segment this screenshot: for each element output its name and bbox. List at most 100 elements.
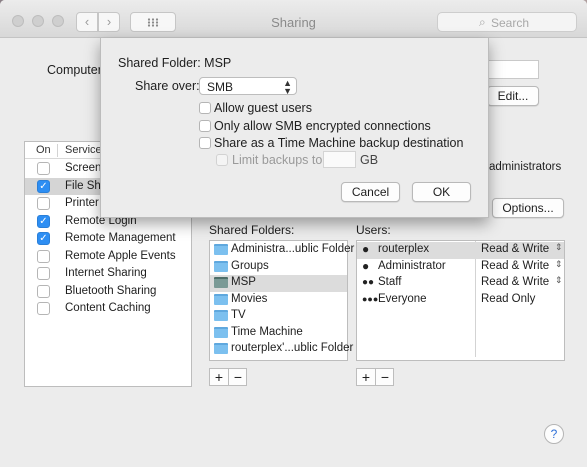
user-name: Staff <box>378 276 402 288</box>
user-row-selected[interactable]: ● routerplex Read & Write ⇕ <box>357 242 564 259</box>
title-bar: ‹ › Sharing ⌕ Search <box>0 0 587 38</box>
service-checkbox[interactable] <box>37 267 50 280</box>
add-user-button[interactable]: + <box>357 369 375 385</box>
service-row-remote-management[interactable]: ✓ Remote Management <box>25 230 191 247</box>
user-name: routerplex <box>378 243 430 255</box>
updown-arrows-icon: ⇕ <box>555 242 563 252</box>
computer-name-field[interactable] <box>488 60 539 79</box>
users-list: ● routerplex Read & Write ⇕ ● Administrat… <box>356 240 565 361</box>
folder-row[interactable]: Time Machine <box>210 325 347 342</box>
users-label: Users: <box>356 223 391 237</box>
updown-arrows-icon: ⇕ <box>555 258 563 269</box>
group-icon: ●● <box>362 277 375 288</box>
share-over-value: SMB <box>207 80 234 94</box>
ok-button[interactable]: OK <box>412 182 471 202</box>
permission-value: Read & Write <box>481 243 550 255</box>
service-row-content-caching[interactable]: Content Caching <box>25 300 191 317</box>
search-placeholder: Search <box>491 16 530 30</box>
service-label: Internet Sharing <box>65 267 147 279</box>
limit-backups-checkbox[interactable] <box>216 154 228 166</box>
service-checkbox[interactable]: ✓ <box>37 232 50 245</box>
permission-value: Read & Write <box>481 259 550 272</box>
folder-name: MSP <box>231 276 256 288</box>
computer-name-label: Computer <box>47 63 102 77</box>
folder-row-selected[interactable]: MSP <box>210 275 347 292</box>
folder-icon <box>214 310 228 321</box>
folder-row[interactable]: Movies <box>210 292 347 309</box>
share-over-popup[interactable]: SMB ▲ ▼ <box>199 77 297 96</box>
access-info-text: administrators <box>489 161 562 173</box>
folder-name: routerplex'...ublic Folder <box>231 342 354 354</box>
header-separator <box>57 144 58 157</box>
folder-icon <box>214 244 228 255</box>
service-checkbox[interactable] <box>37 284 50 298</box>
folder-name: Groups <box>231 259 269 272</box>
limit-backups-label: Limit backups to <box>232 153 323 167</box>
remove-folder-button[interactable]: − <box>229 369 247 385</box>
disk-icon <box>214 277 228 288</box>
service-checkbox[interactable] <box>37 162 50 175</box>
limit-backups-field[interactable] <box>323 151 356 168</box>
user-name: Administrator <box>378 259 446 272</box>
service-checkbox[interactable] <box>37 302 50 315</box>
add-folder-button[interactable]: + <box>210 369 228 385</box>
user-icon: ● <box>362 258 370 273</box>
allow-guest-checkbox[interactable] <box>199 102 211 114</box>
service-checkbox[interactable] <box>37 249 50 263</box>
time-machine-checkbox[interactable] <box>199 137 211 149</box>
gb-unit-label: GB <box>360 153 379 167</box>
user-icon: ● <box>362 242 370 256</box>
share-over-label: Share over: <box>135 79 200 93</box>
time-machine-label: Share as a Time Machine backup destinati… <box>214 136 464 150</box>
service-label: Screen <box>65 162 102 174</box>
permission-value: Read & Write <box>481 276 550 288</box>
permission-value: Read Only <box>481 292 536 305</box>
service-label: Printer <box>65 197 99 209</box>
folder-row[interactable]: Administra...ublic Folder <box>210 242 354 259</box>
checkmark-icon: ✓ <box>39 233 48 244</box>
shared-folder-title: Shared Folder: MSP <box>118 56 232 70</box>
service-label: Remote Apple Events <box>65 249 176 262</box>
service-label: Bluetooth Sharing <box>65 284 157 297</box>
remove-user-button[interactable]: − <box>376 369 394 385</box>
search-field[interactable]: ⌕ Search <box>437 12 577 32</box>
header-service: Service <box>65 144 102 156</box>
folder-icon <box>214 343 228 354</box>
folder-row[interactable]: TV <box>210 308 347 325</box>
user-row[interactable]: ●● Staff Read & Write ⇕ <box>357 275 564 292</box>
checkmark-icon: ✓ <box>39 215 48 227</box>
folder-icon <box>214 260 228 272</box>
smb-encrypted-checkbox[interactable] <box>199 120 211 132</box>
folder-icon <box>214 326 228 338</box>
allow-guest-label: Allow guest users <box>214 101 312 115</box>
folder-row[interactable]: Groups <box>210 259 347 276</box>
folder-name: Administra...ublic Folder <box>231 243 355 255</box>
service-row-remote-apple-events[interactable]: Remote Apple Events <box>25 248 191 265</box>
help-button[interactable]: ? <box>544 424 564 444</box>
service-checkbox[interactable] <box>37 197 50 210</box>
shared-folders-list: Administra...ublic Folder Groups MSP Mov… <box>209 240 354 361</box>
service-label: Content Caching <box>65 302 151 314</box>
service-label: Remote Management <box>65 232 176 244</box>
user-row[interactable]: ● Administrator Read & Write ⇕ <box>357 259 564 276</box>
permission-popup[interactable]: Read Only <box>481 293 535 305</box>
folder-row[interactable]: routerplex'...ublic Folder <box>210 341 353 358</box>
permission-popup[interactable]: Read & Write ⇕ <box>481 242 563 255</box>
search-icon: ⌕ <box>479 15 486 29</box>
smb-encrypted-label: Only allow SMB encrypted connections <box>214 119 431 133</box>
cancel-button[interactable]: Cancel <box>341 182 400 202</box>
service-row-internet-sharing[interactable]: Internet Sharing <box>25 265 191 282</box>
shared-folder-options-sheet: Shared Folder: MSP Share over: SMB ▲ ▼ Al… <box>100 38 489 218</box>
folder-name: Time Machine <box>231 325 303 338</box>
folder-icon <box>214 293 228 305</box>
user-row[interactable]: ●●● Everyone Read Only <box>357 292 564 309</box>
service-checkbox[interactable]: ✓ <box>37 179 50 193</box>
service-row-bluetooth-sharing[interactable]: Bluetooth Sharing <box>25 283 191 300</box>
service-checkbox[interactable]: ✓ <box>37 214 50 228</box>
options-button[interactable]: Options... <box>492 198 564 218</box>
folders-add-remove: + − <box>209 368 247 386</box>
edit-button[interactable]: Edit... <box>487 86 539 106</box>
permission-popup[interactable]: Read & Write ⇕ <box>481 259 563 272</box>
users-add-remove: + − <box>356 368 394 386</box>
permission-popup[interactable]: Read & Write ⇕ <box>481 275 563 288</box>
